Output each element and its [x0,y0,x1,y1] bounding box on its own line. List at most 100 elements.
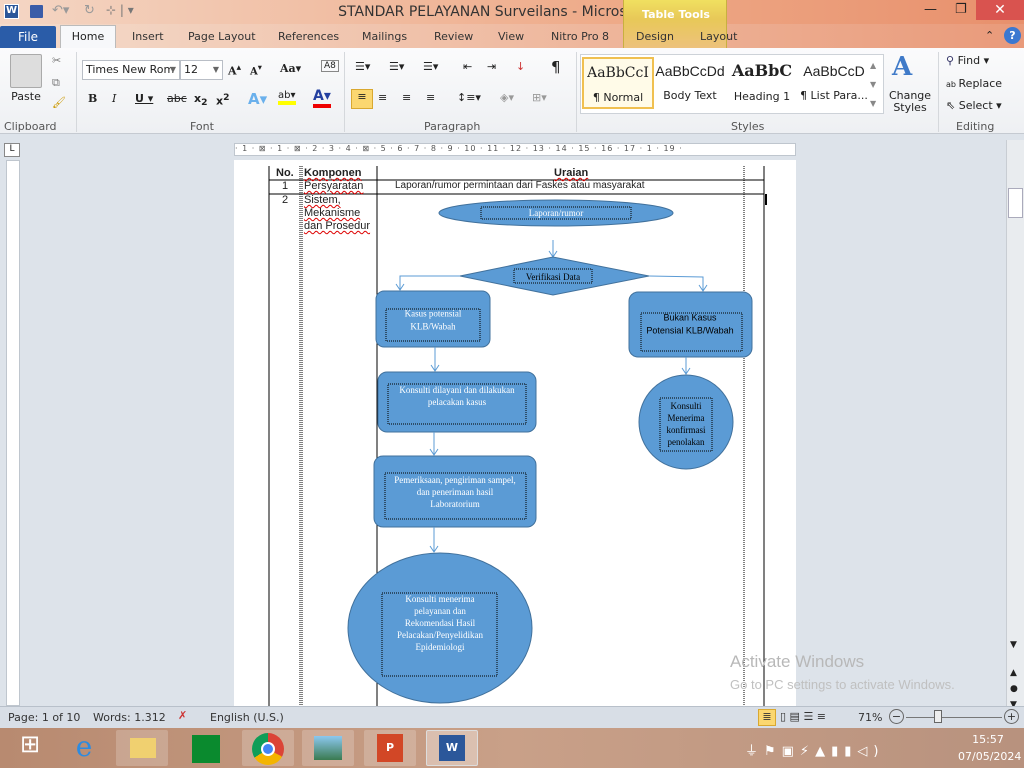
scroll-thumb[interactable] [1008,188,1023,218]
clear-formatting-icon[interactable]: A8 [321,60,339,72]
end-terminator[interactable] [347,552,533,704]
decision-label[interactable]: Verifikasi Data [526,272,580,282]
system-tray-icons[interactable]: ⏚⚑▣⚡▲▮▮◁) [745,740,884,759]
minimize-button[interactable]: — [924,2,937,17]
tab-references[interactable]: References [272,28,345,45]
multilevel-list-icon[interactable]: ☰▾ [423,60,438,73]
close-button[interactable]: ✕ [976,0,1024,20]
shrink-font-icon[interactable]: A▾ [250,62,262,77]
shading-icon[interactable]: ◈▾ [500,91,514,104]
document-page[interactable]: Laporan/rumor Verifikasi Data Kasus potens… [234,160,796,706]
tab-layout[interactable]: Layout [694,28,743,45]
format-painter-icon[interactable]: 🖌 [52,96,66,109]
style-list-paragraph[interactable]: AaBbCcD ¶ List Para... [798,57,870,109]
bold-icon[interactable]: B [88,92,97,105]
style-name: Body Text [663,89,717,102]
zoom-level[interactable]: 71% [858,711,882,724]
tab-nitro[interactable]: Nitro Pro 8 [545,28,615,45]
zoom-slider-thumb[interactable] [934,710,942,723]
zoom-slider[interactable] [906,717,1002,718]
strikethrough-icon[interactable]: abc [167,92,187,105]
minimize-ribbon-icon[interactable]: ⌃ [985,29,994,42]
highlight-icon[interactable]: ab▾ [278,90,296,105]
proofing-icon[interactable]: ✗ [178,709,187,722]
tab-insert[interactable]: Insert [126,28,170,45]
cut-icon[interactable]: ✂ [52,54,61,67]
select-button[interactable]: ⇖ Select ▾ [946,99,1002,112]
connector-arrow[interactable] [648,275,704,291]
text-effects-icon[interactable]: A▾ [248,90,267,108]
paste-button[interactable]: Paste [8,90,44,103]
vertical-scrollbar[interactable]: ▼ ▲ ● ▼ [1006,140,1024,710]
font-size-combo[interactable]: 12 ▼ [180,60,223,80]
superscript-icon[interactable]: x2 [216,92,229,108]
word-taskbar-icon[interactable]: W [426,730,478,766]
ie-icon[interactable]: e [58,730,110,766]
start-label[interactable]: Laporan/rumor [529,208,583,218]
style-heading-1[interactable]: AaBbC Heading 1 [726,57,798,109]
tab-review[interactable]: Review [428,28,479,45]
style-normal[interactable]: AaBbCcI ¶ Normal [582,57,654,109]
font-name-combo[interactable]: Times New Rom ▼ [82,60,180,80]
clock[interactable]: 15:57 07/05/2024 [958,733,1021,763]
show-formatting-icon[interactable]: ¶ [551,58,561,76]
activate-windows-watermark: Activate Windows [730,652,865,671]
numbering-icon[interactable]: ☰▾ [389,60,404,73]
start-button[interactable]: ⊞ [4,730,56,766]
style-body-text[interactable]: AaBbCcDd Body Text [654,57,726,109]
print-layout-icon[interactable]: ≣ [758,709,776,726]
line-spacing-icon[interactable]: ↕≡▾ [457,91,481,104]
change-styles-button[interactable]: Change Styles [888,90,932,114]
tab-home[interactable]: Home [60,25,116,49]
chrome-icon[interactable] [242,730,294,766]
tab-view[interactable]: View [492,28,530,45]
zoom-in-button[interactable]: + [1004,709,1019,724]
horizontal-ruler[interactable]: · 1 · ⊠ · 1 · ⊠ · 2 · 3 · 4 · ⊠ · 5 · 6 … [234,143,796,156]
file-explorer-icon[interactable] [116,730,168,766]
find-button[interactable]: ⚲ Find ▾ [946,54,989,67]
scroll-down-icon[interactable]: ▼ [1010,640,1017,650]
row-1-uraian: Laporan/rumor permintaan dari Faskes ata… [395,180,645,191]
yes-box-label: KLB/Wabah [410,322,456,332]
connector-arrow[interactable] [399,275,460,290]
justify-icon[interactable]: ≡ [426,91,435,104]
align-left-icon[interactable]: ≡ [351,89,373,109]
header-uraian: Uraian [554,167,589,179]
process-bukan-kasus[interactable] [628,291,753,358]
italic-icon[interactable]: I [112,92,116,105]
step3-label: Laboratorium [430,499,479,509]
underline-icon[interactable]: U ▾ [135,92,153,105]
styles-scroll[interactable]: ▲ ▼ ▼ [870,56,876,113]
zoom-out-button[interactable]: − [889,709,904,724]
replace-button[interactable]: ab Replace [946,77,1002,90]
help-icon[interactable]: ? [1004,27,1021,44]
table-tools-label: Table Tools [642,8,710,21]
tab-page-layout[interactable]: Page Layout [182,28,262,45]
borders-icon[interactable]: ⊞▾ [532,91,547,104]
copy-icon[interactable]: ⧉ [52,76,60,90]
store-icon[interactable] [180,730,232,766]
page-count[interactable]: Page: 1 of 10 [8,711,80,724]
restore-button[interactable]: ❐ [955,2,967,17]
bullets-icon[interactable]: ☰▾ [355,60,370,73]
vertical-ruler[interactable] [6,160,20,706]
align-center-icon[interactable]: ≡ [378,91,387,104]
sort-icon[interactable]: ↓ [516,60,525,73]
process-kasus-potensial[interactable] [375,290,491,348]
photos-icon[interactable] [302,730,354,766]
tab-selector[interactable]: L [4,143,20,157]
font-color-icon[interactable]: A▾ [313,88,331,108]
view-mode-icons[interactable]: ▯ ▤ ☰ ≡ [780,710,826,723]
tab-design[interactable]: Design [630,28,680,45]
change-case-icon[interactable]: Aa▾ [280,62,301,75]
tab-file[interactable]: File [0,26,56,48]
subscript-icon[interactable]: x2 [194,92,207,108]
grow-font-icon[interactable]: A▴ [228,62,241,78]
increase-indent-icon[interactable]: ⇥ [487,60,496,73]
tab-mailings[interactable]: Mailings [356,28,413,45]
decrease-indent-icon[interactable]: ⇤ [463,60,472,73]
language[interactable]: English (U.S.) [210,711,284,724]
powerpoint-icon[interactable]: P [364,730,416,766]
align-right-icon[interactable]: ≡ [402,91,411,104]
word-count[interactable]: Words: 1.312 [93,711,166,724]
